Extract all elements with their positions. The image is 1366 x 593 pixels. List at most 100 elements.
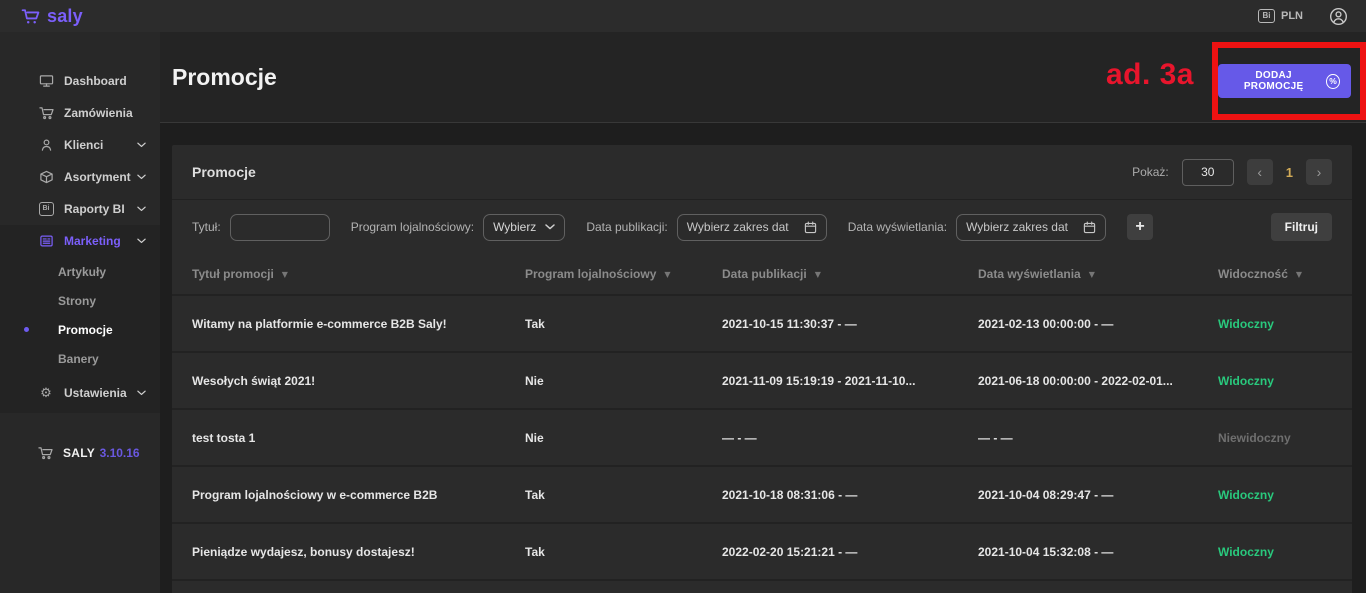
- cart-icon: [38, 446, 53, 460]
- pagination: Pokaż: ‹ 1 ›: [1132, 159, 1332, 186]
- topbar-right: Bi PLN: [1258, 7, 1348, 26]
- box-icon: [38, 170, 54, 184]
- currency-icon: Bi: [1258, 9, 1275, 23]
- sidebar-item-label: Zamówienia: [64, 106, 133, 120]
- table-header-row: Tytuł promocji▼ Program lojalnościowy▼ D…: [172, 254, 1352, 294]
- saly-logo-cart-icon: [20, 8, 41, 25]
- column-header-display[interactable]: Data wyświetlania▼: [978, 267, 1218, 281]
- sort-icon: ▼: [664, 270, 670, 279]
- sidebar-item-marketing[interactable]: Marketing: [0, 225, 160, 257]
- cell-publication: 2021-11-09 15:19:19 - 2021-11-10...: [722, 374, 978, 388]
- sort-icon: ▼: [815, 270, 821, 279]
- table-row[interactable]: test tosta 1 Nie — - — — - — Niewidoczny: [172, 408, 1352, 465]
- page-title: Promocje: [172, 64, 277, 91]
- chevron-down-icon: [137, 390, 146, 396]
- cell-visibility: Widoczny: [1218, 317, 1332, 331]
- sidebar-subitem-strony[interactable]: Strony: [0, 286, 160, 315]
- column-header-publication[interactable]: Data publikacji▼: [722, 267, 978, 281]
- sidebar-subitem-label: Artykuły: [58, 265, 106, 279]
- currency-code: PLN: [1281, 10, 1303, 22]
- sidebar-subitem-promocje[interactable]: Promocje: [0, 315, 160, 344]
- cell-title: Witamy na platformie e-commerce B2B Saly…: [192, 317, 525, 331]
- sidebar-subitem-banery[interactable]: Banery: [0, 344, 160, 373]
- filters-bar: Tytuł: Program lojalnościowy: Wybierz Da…: [172, 200, 1352, 254]
- sidebar-item-dashboard[interactable]: Dashboard: [0, 65, 160, 97]
- publication-date-placeholder: Wybierz zakres dat: [687, 220, 789, 234]
- panel-header: Promocje Pokaż: ‹ 1 ›: [172, 145, 1352, 200]
- cell-display: 2021-10-04 15:32:08 - —: [978, 545, 1218, 559]
- page-header: Promocje ad. 3a DODAJ PROMOCJĘ %: [160, 32, 1366, 123]
- sidebar-item-label: Raporty BI: [64, 202, 125, 216]
- sidebar-footer: SALY 3.10.16: [0, 437, 160, 469]
- sidebar-nav: Dashboard Zamówienia: [0, 32, 160, 413]
- cell-title: Wesołych świąt 2021!: [192, 374, 525, 388]
- column-header-title[interactable]: Tytuł promocji▼: [192, 267, 525, 281]
- percent-icon: %: [1326, 74, 1340, 89]
- prev-page-button[interactable]: ‹: [1247, 159, 1273, 185]
- table-row[interactable]: Wesołych świąt 2021! Nie 2021-11-09 15:1…: [172, 351, 1352, 408]
- cell-title: Pieniądze wydajesz, bonusy dostajesz!: [192, 545, 525, 559]
- currency-selector[interactable]: Bi PLN: [1258, 9, 1303, 23]
- account-icon[interactable]: [1329, 7, 1348, 26]
- column-header-loyalty[interactable]: Program lojalnościowy▼: [525, 267, 722, 281]
- cell-publication: 2021-10-18 08:31:06 - —: [722, 488, 978, 502]
- sidebar-item-label: Asortyment: [64, 170, 131, 184]
- title-filter-label: Tytuł:: [192, 220, 221, 234]
- main-content: Promocje ad. 3a DODAJ PROMOCJĘ % Promocj…: [160, 32, 1366, 593]
- app-version: 3.10.16: [100, 446, 140, 460]
- filter-submit-button[interactable]: Filtruj: [1271, 213, 1332, 241]
- loyalty-filter-select[interactable]: Wybierz: [483, 214, 565, 241]
- table-row[interactable]: Program lojalnościowy w e-commerce B2B T…: [172, 465, 1352, 522]
- red-highlight-box: DODAJ PROMOCJĘ %: [1212, 42, 1366, 120]
- cell-loyalty: Tak: [525, 488, 722, 502]
- sidebar-item-label: Dashboard: [64, 74, 127, 88]
- gear-icon: ⚙: [38, 387, 54, 400]
- cell-loyalty: Nie: [525, 374, 722, 388]
- cell-loyalty: Nie: [525, 431, 722, 445]
- add-promotion-button[interactable]: DODAJ PROMOCJĘ %: [1218, 64, 1351, 98]
- cell-publication: — - —: [722, 431, 978, 445]
- cell-visibility: Widoczny: [1218, 374, 1332, 388]
- table-row[interactable]: Witamy na platformie e-commerce B2B Saly…: [172, 294, 1352, 351]
- publication-date-filter[interactable]: Wybierz zakres dat: [677, 214, 827, 241]
- chevron-down-icon: [137, 174, 146, 180]
- saly-logo[interactable]: saly: [20, 6, 83, 27]
- display-date-filter[interactable]: Wybierz zakres dat: [956, 214, 1106, 241]
- sidebar-item-klienci[interactable]: Klienci: [0, 129, 160, 161]
- sidebar-item-zamowienia[interactable]: Zamówienia: [0, 97, 160, 129]
- next-page-button[interactable]: ›: [1306, 159, 1332, 185]
- annotation-ad-3a: ad. 3a: [1106, 58, 1194, 92]
- user-icon: [38, 138, 54, 152]
- sidebar-item-raporty-bi[interactable]: Bi Raporty BI: [0, 193, 160, 225]
- calendar-icon: [1083, 221, 1096, 234]
- content-area: Promocje Pokaż: ‹ 1 › Tytuł: Program loj…: [160, 123, 1366, 593]
- monitor-icon: [38, 74, 54, 88]
- sidebar-subitem-label: Banery: [58, 352, 99, 366]
- promotions-panel: Promocje Pokaż: ‹ 1 › Tytuł: Program loj…: [172, 145, 1352, 593]
- sidebar-subitem-artykuly[interactable]: Artykuły: [0, 257, 160, 286]
- saly-logo-text: saly: [47, 6, 83, 27]
- cell-display: 2021-02-13 00:00:00 - —: [978, 317, 1218, 331]
- active-dot: [24, 327, 29, 332]
- current-page-number: 1: [1286, 165, 1293, 180]
- newspaper-icon: [38, 234, 54, 248]
- column-header-visibility[interactable]: Widoczność▼: [1218, 267, 1332, 281]
- table-row[interactable]: Pieniądze wydajesz, bonusy dostajesz! Ta…: [172, 522, 1352, 579]
- title-filter-input[interactable]: [230, 214, 330, 241]
- bi-report-icon: Bi: [38, 202, 54, 216]
- sidebar-subitem-label: Strony: [58, 294, 96, 308]
- table-row-partial: [172, 579, 1352, 589]
- add-filter-button[interactable]: +: [1127, 214, 1153, 240]
- chevron-down-icon: [137, 206, 146, 212]
- chevron-down-icon: [137, 238, 146, 244]
- page-size-input[interactable]: [1182, 159, 1234, 186]
- sidebar-item-label: Klienci: [64, 138, 103, 152]
- display-date-filter-label: Data wyświetlania:: [848, 220, 947, 234]
- sidebar-item-ustawienia[interactable]: ⚙ Ustawienia: [0, 377, 160, 409]
- cell-visibility: Widoczny: [1218, 488, 1332, 502]
- sidebar-item-asortyment[interactable]: Asortyment: [0, 161, 160, 193]
- display-date-placeholder: Wybierz zakres dat: [966, 220, 1068, 234]
- cell-publication: 2021-10-15 11:30:37 - —: [722, 317, 978, 331]
- sidebar-subitem-label: Promocje: [58, 323, 113, 337]
- sort-icon: ▼: [1089, 270, 1095, 279]
